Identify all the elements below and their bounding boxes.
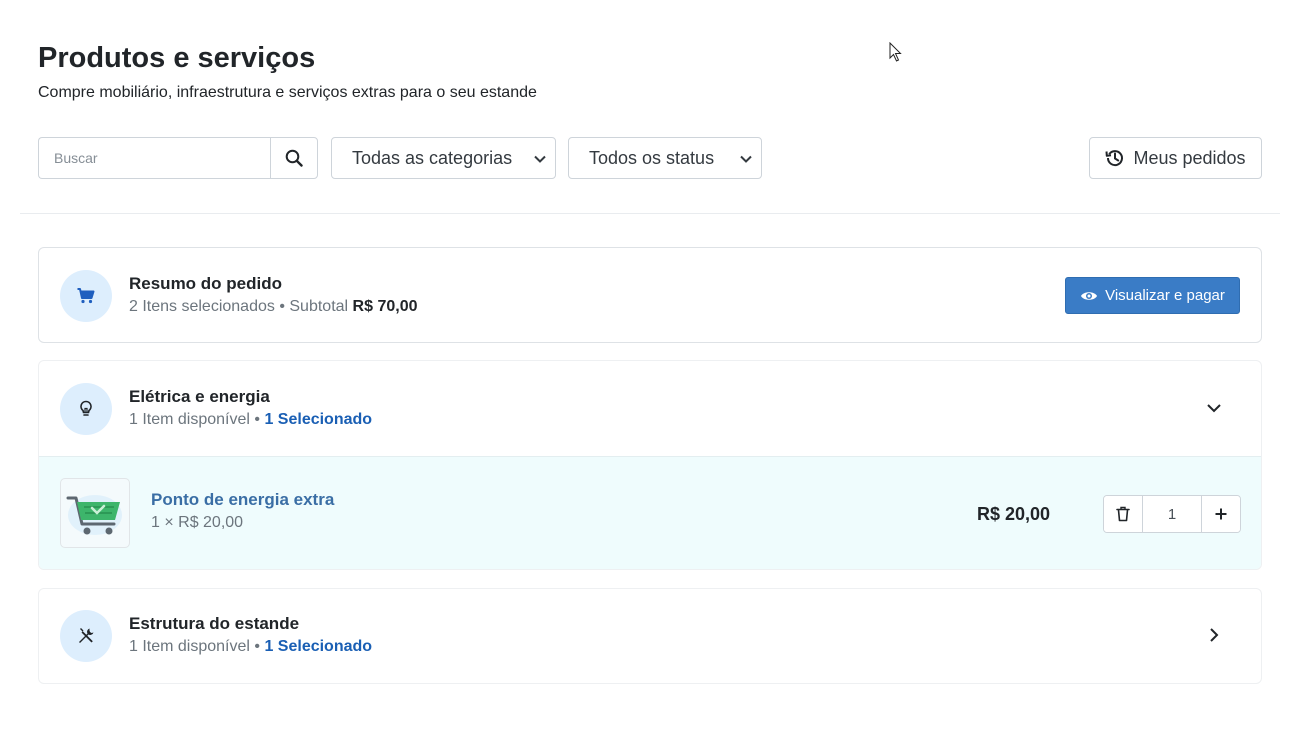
expand-category-toggle[interactable] <box>1203 624 1225 646</box>
product-row: Ponto de energia extra 1 × R$ 20,00 R$ 2… <box>39 456 1261 569</box>
status-select-value: Todos os status <box>589 147 715 168</box>
my-orders-button[interactable]: Meus pedidos <box>1089 137 1262 179</box>
product-total-price: R$ 20,00 <box>977 504 1051 524</box>
subtotal-value: R$ 70,00 <box>352 298 418 315</box>
summary-separator: • <box>274 298 290 315</box>
page-subtitle: Compre mobiliário, infraestrutura e serv… <box>38 84 537 101</box>
chevron-down-icon <box>740 155 752 163</box>
category-title: Estrutura do estande <box>129 614 300 633</box>
status-select[interactable]: Todos os status <box>568 137 762 179</box>
lightbulb-icon <box>80 400 92 416</box>
category-title: Elétrica e energia <box>129 387 270 406</box>
category-card-electric: Elétrica e energia 1 Item disponível • 1… <box>38 360 1262 570</box>
summary-items-count: 2 Itens selecionados <box>129 298 275 315</box>
shopping-cart-image <box>66 495 122 535</box>
mouse-cursor-icon <box>889 42 902 62</box>
eye-icon <box>1081 291 1098 300</box>
view-and-pay-button[interactable]: Visualizar e pagar <box>1065 277 1240 314</box>
plus-icon <box>1215 508 1227 520</box>
collapse-category-toggle[interactable] <box>1203 397 1225 419</box>
category-separator: • <box>249 638 265 655</box>
tools-icon <box>79 628 94 643</box>
remove-item-button[interactable] <box>1104 496 1143 532</box>
my-orders-label: Meus pedidos <box>1133 147 1246 168</box>
toolbar: Todas as categorias Todos os status Meus… <box>38 137 1262 179</box>
product-thumbnail <box>60 478 130 548</box>
quantity-input[interactable] <box>1143 496 1201 532</box>
order-summary-card: Resumo do pedido 2 Itens selecionados • … <box>38 247 1262 343</box>
summary-title: Resumo do pedido <box>129 274 282 293</box>
summary-meta: 2 Itens selecionados • Subtotal R$ 70,00 <box>129 298 417 316</box>
view-and-pay-label: Visualizar e pagar <box>1105 287 1225 304</box>
category-selected-count: 1 Selecionado <box>264 638 373 655</box>
page-title: Produtos e serviços <box>38 42 316 74</box>
category-available: 1 Item disponível <box>129 638 250 655</box>
chevron-down-icon <box>1207 404 1221 413</box>
divider <box>20 213 1280 214</box>
quantity-stepper <box>1103 495 1241 533</box>
search-button[interactable] <box>270 137 318 179</box>
subtotal-label: Subtotal <box>289 298 349 315</box>
summary-icon-circle <box>60 270 112 322</box>
category-available: 1 Item disponível <box>129 411 250 428</box>
categories-select-value: Todas as categorias <box>352 147 513 168</box>
category-card-structure: Estrutura do estande 1 Item disponível •… <box>38 588 1262 684</box>
search-input[interactable] <box>38 137 270 179</box>
increase-quantity-button[interactable] <box>1201 496 1240 532</box>
cart-icon <box>77 288 95 304</box>
product-unit-price: 1 × R$ 20,00 <box>151 514 244 531</box>
category-meta: 1 Item disponível • 1 Selecionado <box>129 411 372 429</box>
search-icon <box>285 149 303 167</box>
search-group <box>38 137 318 179</box>
chevron-right-icon <box>1210 628 1219 642</box>
category-meta: 1 Item disponível • 1 Selecionado <box>129 638 372 656</box>
product-name-link[interactable]: Ponto de energia extra <box>151 490 334 510</box>
trash-icon <box>1116 506 1130 522</box>
history-icon <box>1105 150 1124 167</box>
categories-select[interactable]: Todas as categorias <box>331 137 556 179</box>
category-selected-count: 1 Selecionado <box>264 411 373 428</box>
category-icon-circle <box>60 610 112 662</box>
category-separator: • <box>249 411 265 428</box>
chevron-down-icon <box>534 155 546 163</box>
category-icon-circle <box>60 383 112 435</box>
